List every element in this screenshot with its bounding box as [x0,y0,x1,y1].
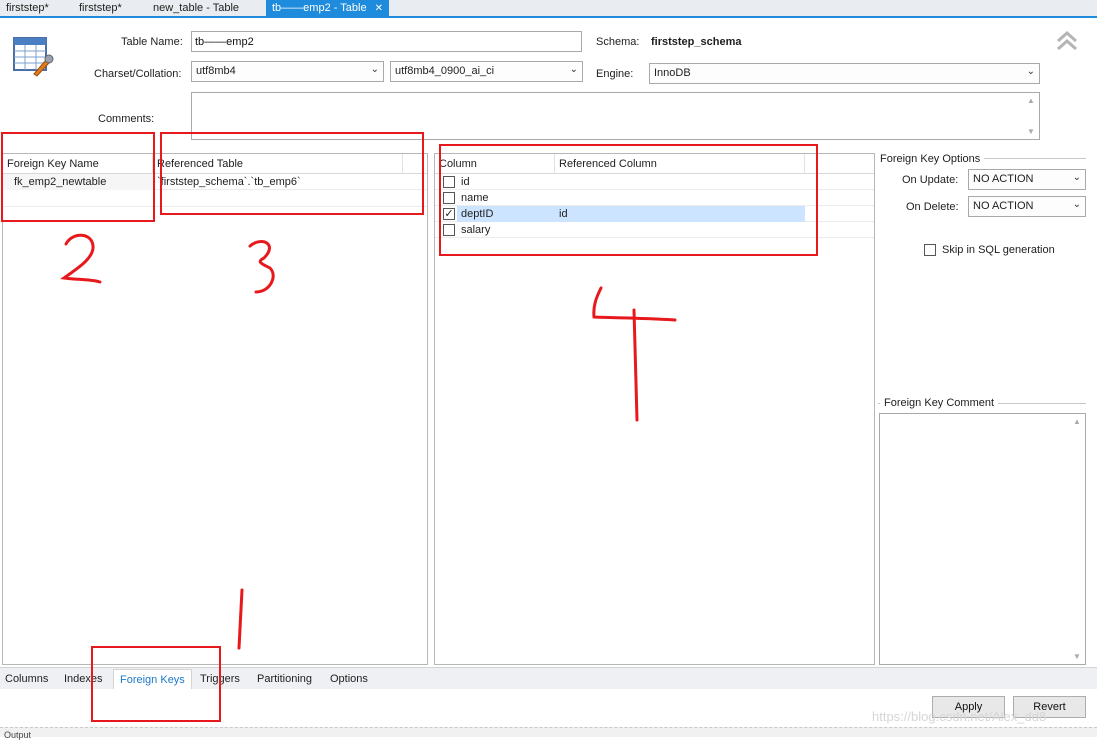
referenced-column-cell[interactable] [555,190,805,206]
tab-new-table[interactable]: new_table - Table [147,0,245,16]
column-name-cell: id [461,176,470,188]
comments-label: Comments: [98,113,155,125]
fk-name-cell: fk_emp2_newtable [3,174,153,190]
referenced-column-cell[interactable] [555,222,805,238]
tab-indexes[interactable]: Indexes [64,673,103,685]
fk-column-mapping[interactable]: Column Referenced Column id name ✓ deptI… [434,153,875,665]
column-header-fk-name[interactable]: Foreign Key Name [3,154,153,174]
comments-textarea[interactable]: ▲ ▼ [191,92,1040,140]
column-name-cell: name [461,192,489,204]
table-editor-icon [12,34,56,78]
column-checkbox[interactable] [443,192,455,204]
chevron-down-icon: ⌄ [1072,199,1081,210]
column-name-cell: salary [461,224,491,236]
tab-label: tb——emp2 - Table [272,2,367,14]
on-update-label: On Update: [902,174,959,186]
output-panel-strip: Output [0,727,1097,740]
table-row[interactable]: id [435,174,874,190]
tab-options[interactable]: Options [330,673,368,685]
collapse-icon[interactable] [1054,30,1080,52]
scroll-up-icon[interactable]: ▲ [1073,417,1081,426]
tab-foreign-keys[interactable]: Foreign Keys [113,669,192,689]
scroll-down-icon[interactable]: ▼ [1027,127,1035,136]
column-checkbox[interactable] [443,176,455,188]
on-delete-value: NO ACTION [973,200,1034,212]
foreign-key-list[interactable]: Foreign Key Name Referenced Table fk_emp… [2,153,428,665]
referenced-table-cell: `firststep_schema`.`tb_emp6` [157,176,301,188]
schema-value: firststep_schema [651,36,742,48]
column-mapping-header: Column Referenced Column [435,154,874,174]
document-tab-bar: firststep* firststep* new_table - Table … [0,0,1097,18]
column-checkbox-checked[interactable]: ✓ [443,208,455,220]
scroll-down-icon[interactable]: ▼ [1073,652,1081,661]
fk-comment-textarea[interactable]: ▲ ▼ [879,413,1086,665]
tab-firststep-2[interactable]: firststep* [73,0,128,16]
column-header-referenced-table[interactable]: Referenced Table [153,154,403,174]
tab-tb-emp2[interactable]: tb——emp2 - Table ✕ [266,0,389,18]
scrollbar[interactable]: ▲ ▼ [1024,93,1039,139]
chevron-down-icon: ⌄ [1072,172,1081,183]
charset-value: utf8mb4 [196,65,236,77]
collation-select[interactable]: utf8mb4_0900_ai_ci ⌄ [390,61,583,82]
on-update-select[interactable]: NO ACTION ⌄ [968,169,1086,190]
table-row-selected[interactable]: ✓ deptID id [435,206,874,222]
charset-select[interactable]: utf8mb4 ⌄ [191,61,384,82]
scroll-up-icon[interactable]: ▲ [1027,96,1035,105]
skip-sql-label: Skip in SQL generation [942,244,1055,256]
tab-partitioning[interactable]: Partitioning [257,673,312,685]
scrollbar[interactable]: ▲ ▼ [1070,414,1085,664]
engine-select[interactable]: InnoDB ⌄ [649,63,1040,84]
tab-label: firststep* [6,2,49,14]
table-row-empty[interactable] [3,191,427,207]
fk-list-header: Foreign Key Name Referenced Table [3,154,427,174]
referenced-column-cell[interactable] [555,174,805,190]
chevron-down-icon: ⌄ [569,64,578,75]
tab-firststep-1[interactable]: firststep* [0,0,55,16]
referenced-column-cell[interactable]: id [555,206,805,222]
table-row[interactable]: name [435,190,874,206]
engine-label: Engine: [596,68,634,80]
editor-tab-bar: Columns Indexes Foreign Keys Triggers Pa… [0,667,1097,689]
charset-label: Charset/Collation: [94,68,182,80]
column-header-column[interactable]: Column [435,154,555,174]
column-checkbox[interactable] [443,224,455,236]
chevron-down-icon: ⌄ [370,64,379,75]
tab-triggers[interactable]: Triggers [200,673,240,685]
table-row[interactable]: salary [435,222,874,238]
tab-label: new_table - Table [153,2,240,14]
table-name-label: Table Name: [121,36,183,48]
table-name-input[interactable] [191,31,582,52]
fk-options-title: Foreign Key Options [880,153,985,165]
on-delete-select[interactable]: NO ACTION ⌄ [968,196,1086,217]
fk-comment-title: Foreign Key Comment [880,397,999,409]
close-icon[interactable]: ✕ [375,3,383,14]
engine-value: InnoDB [654,67,691,79]
column-name-cell: deptID [457,206,555,222]
chevron-down-icon: ⌄ [1026,66,1035,77]
on-update-value: NO ACTION [973,173,1034,185]
schema-label: Schema: [596,36,640,48]
tab-columns[interactable]: Columns [5,673,48,685]
table-row[interactable]: fk_emp2_newtable `firststep_schema`.`tb_… [3,174,427,190]
watermark: https://blog.csdn.net/Alex_dd8 [872,709,1047,724]
collation-value: utf8mb4_0900_ai_ci [395,65,495,77]
output-label: Output [4,730,32,740]
skip-sql-checkbox[interactable] [924,244,936,256]
on-delete-label: On Delete: [906,201,959,213]
column-header-referenced-column[interactable]: Referenced Column [555,154,805,174]
tab-label: firststep* [79,2,122,14]
